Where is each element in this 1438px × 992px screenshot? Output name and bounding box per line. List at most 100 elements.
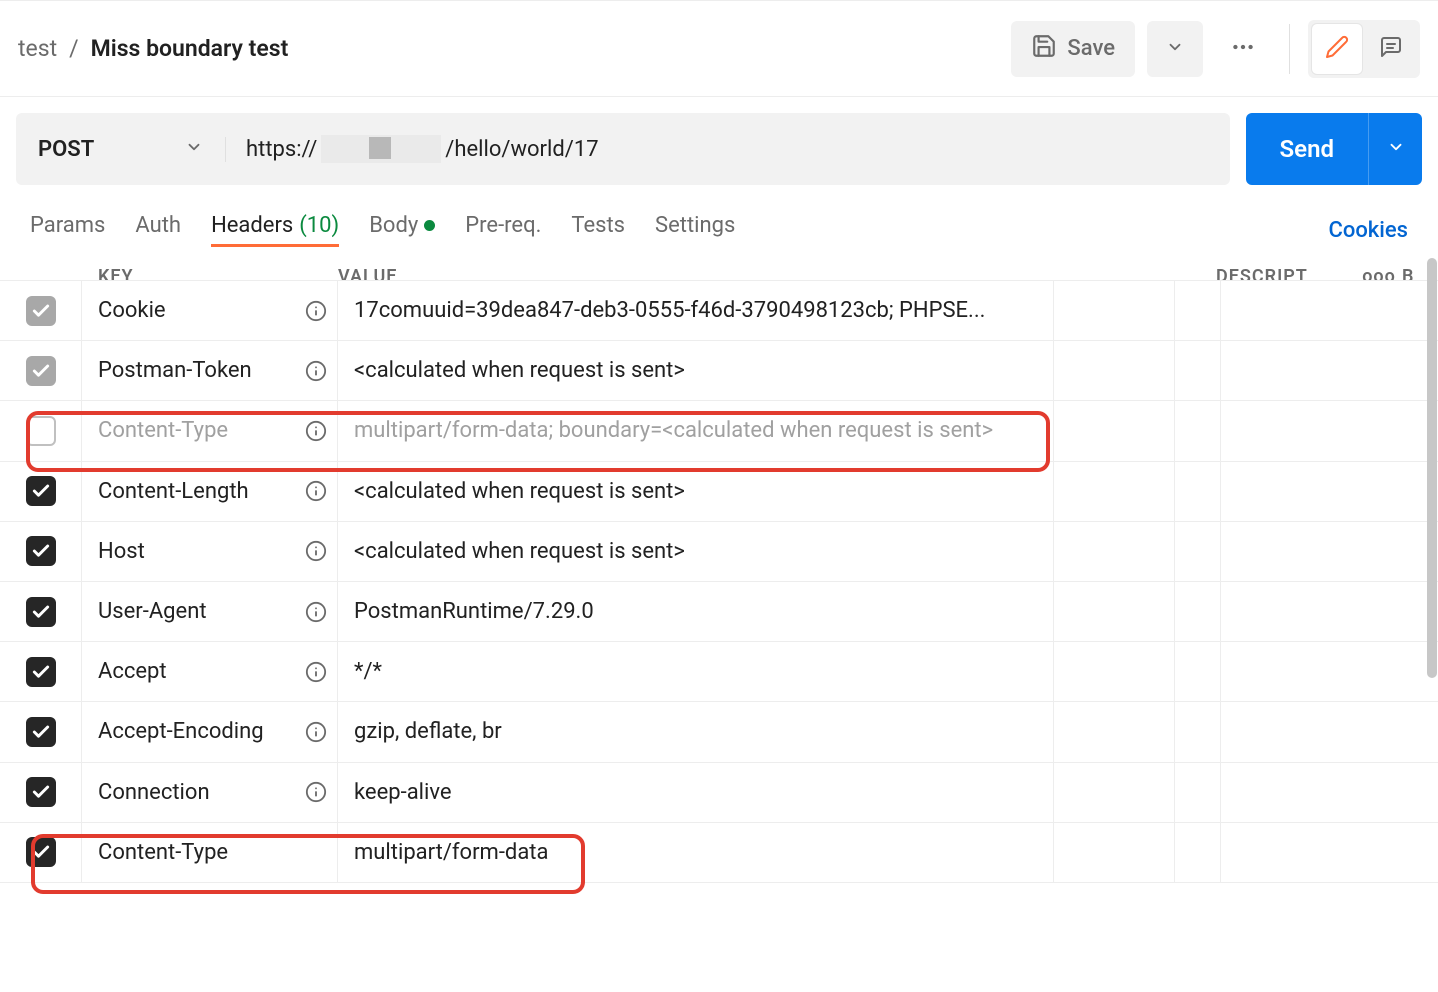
header-key-cell[interactable]: Content-Type xyxy=(82,823,338,882)
header-description-cell[interactable] xyxy=(1054,281,1175,340)
header-row: Content-Length<calculated when request i… xyxy=(0,462,1438,522)
header-extra-cell xyxy=(1221,462,1261,521)
header-enabled-checkbox[interactable] xyxy=(26,296,56,326)
send-dropdown-button[interactable] xyxy=(1368,113,1422,185)
header-description-cell[interactable] xyxy=(1054,642,1175,701)
header-value-cell[interactable]: keep-alive xyxy=(338,763,1054,822)
header-key-cell[interactable]: Accept xyxy=(82,642,338,701)
url-redacted-segment xyxy=(321,135,441,163)
info-icon[interactable] xyxy=(305,721,327,743)
header-value-cell[interactable]: <calculated when request is sent> xyxy=(338,522,1054,581)
comment-mode-button[interactable] xyxy=(1366,24,1416,74)
header-description-cell[interactable] xyxy=(1054,341,1175,400)
header-enabled-checkbox[interactable] xyxy=(26,536,56,566)
header-enabled-checkbox[interactable] xyxy=(26,717,56,747)
info-icon[interactable] xyxy=(305,360,327,382)
header-description-cell[interactable] xyxy=(1054,823,1175,882)
chevron-down-icon xyxy=(1166,38,1184,60)
header-value-cell[interactable]: multipart/form-data; boundary=<calculate… xyxy=(338,401,1054,460)
header-description-cell[interactable] xyxy=(1054,462,1175,521)
request-url-input[interactable]: https:// /hello/world/17 xyxy=(226,135,1230,163)
header-key-text: Postman-Token xyxy=(98,358,252,383)
info-icon[interactable] xyxy=(305,300,327,322)
info-icon[interactable] xyxy=(305,601,327,623)
header-key-cell[interactable]: Connection xyxy=(82,763,338,822)
header-key-cell[interactable]: Postman-Token xyxy=(82,341,338,400)
tab-tests[interactable]: Tests xyxy=(571,213,625,247)
header-description-cell[interactable] xyxy=(1054,582,1175,641)
th-description: DESCRIPT xyxy=(1216,274,1356,280)
save-dropdown-button[interactable] xyxy=(1147,21,1203,77)
scrollbar-thumb[interactable] xyxy=(1427,258,1437,678)
header-value-cell[interactable]: PostmanRuntime/7.29.0 xyxy=(338,582,1054,641)
tab-headers[interactable]: Headers (10) xyxy=(211,213,339,247)
th-more: ooo xyxy=(1356,274,1402,280)
tab-settings[interactable]: Settings xyxy=(655,213,735,247)
breadcrumb-title[interactable]: Miss boundary test xyxy=(91,35,289,62)
save-button[interactable]: Save xyxy=(1011,21,1135,77)
header-key-cell[interactable]: User-Agent xyxy=(82,582,338,641)
header-row: Postman-Token <calculated when request is… xyxy=(0,341,1438,401)
info-icon[interactable] xyxy=(305,661,327,683)
header-value-cell[interactable]: <calculated when request is sent> xyxy=(338,462,1054,521)
tab-prereq[interactable]: Pre-req. xyxy=(465,213,541,247)
header-extra-cell xyxy=(1221,281,1261,340)
header-key-text: Content-Type xyxy=(98,840,228,865)
header-description-cell[interactable] xyxy=(1054,763,1175,822)
more-options-button[interactable] xyxy=(1215,21,1271,77)
edit-mode-button[interactable] xyxy=(1312,24,1362,74)
header-more-cell xyxy=(1175,462,1221,521)
header-key-cell[interactable]: Content-Length xyxy=(82,462,338,521)
header-key-text: Accept-Encoding xyxy=(98,719,264,744)
header-value-text: multipart/form-data; boundary=<calculate… xyxy=(354,418,993,443)
header-value-cell[interactable]: 17comuuid=39dea847-deb3-0555-f46d-379049… xyxy=(338,281,1054,340)
comment-icon xyxy=(1379,35,1403,63)
header-enabled-checkbox[interactable] xyxy=(26,597,56,627)
table-header-row: KEY VALUE DESCRIPT ooo B xyxy=(0,259,1438,280)
header-extra-cell xyxy=(1221,522,1261,581)
tab-auth[interactable]: Auth xyxy=(135,213,181,247)
header-value-cell[interactable]: gzip, deflate, br xyxy=(338,702,1054,761)
header-more-cell xyxy=(1175,642,1221,701)
header-key-cell[interactable]: Host xyxy=(82,522,338,581)
vertical-scrollbar[interactable] xyxy=(1426,258,1438,992)
header-row: Connectionkeep-alive xyxy=(0,763,1438,823)
header-more-cell xyxy=(1175,763,1221,822)
header-description-cell[interactable] xyxy=(1054,401,1175,460)
tab-params[interactable]: Params xyxy=(30,213,105,247)
info-icon[interactable] xyxy=(305,781,327,803)
header-row: Host <calculated when request is sent> xyxy=(0,522,1438,582)
header-enabled-checkbox[interactable] xyxy=(26,476,56,506)
info-icon[interactable] xyxy=(305,540,327,562)
breadcrumb-folder[interactable]: test xyxy=(18,35,57,62)
cookies-link[interactable]: Cookies xyxy=(1328,218,1408,243)
header-description-cell[interactable] xyxy=(1054,522,1175,581)
header-enabled-checkbox[interactable] xyxy=(26,657,56,687)
header-key-cell[interactable]: Content-Type xyxy=(82,401,338,460)
header-extra-cell xyxy=(1221,763,1261,822)
header-key-cell[interactable]: Accept-Encoding xyxy=(82,702,338,761)
tab-body[interactable]: Body xyxy=(369,213,435,247)
header-enabled-checkbox[interactable] xyxy=(26,416,56,446)
header-enabled-checkbox[interactable] xyxy=(26,356,56,386)
send-button[interactable]: Send xyxy=(1246,113,1368,185)
header-value-cell[interactable]: <calculated when request is sent> xyxy=(338,341,1054,400)
header-enabled-checkbox[interactable] xyxy=(26,837,56,867)
header-more-cell xyxy=(1175,281,1221,340)
send-label: Send xyxy=(1280,135,1334,163)
http-method-select[interactable]: POST xyxy=(16,137,226,162)
header-key-cell[interactable]: Cookie xyxy=(82,281,338,340)
header-row: Content-Type multipart/form-data; boundar… xyxy=(0,401,1438,461)
header-extra-cell xyxy=(1221,702,1261,761)
header-value-cell[interactable]: multipart/form-data xyxy=(338,823,1054,882)
header-value-cell[interactable]: */* xyxy=(338,642,1054,701)
header-value-text: PostmanRuntime/7.29.0 xyxy=(354,599,594,624)
info-icon[interactable] xyxy=(305,480,327,502)
header-description-cell[interactable] xyxy=(1054,702,1175,761)
headers-count: (10) xyxy=(299,213,339,238)
header-value-text: <calculated when request is sent> xyxy=(354,539,685,564)
header-more-cell xyxy=(1175,702,1221,761)
info-icon[interactable] xyxy=(305,420,327,442)
header-key-text: Cookie xyxy=(98,298,166,323)
header-enabled-checkbox[interactable] xyxy=(26,777,56,807)
